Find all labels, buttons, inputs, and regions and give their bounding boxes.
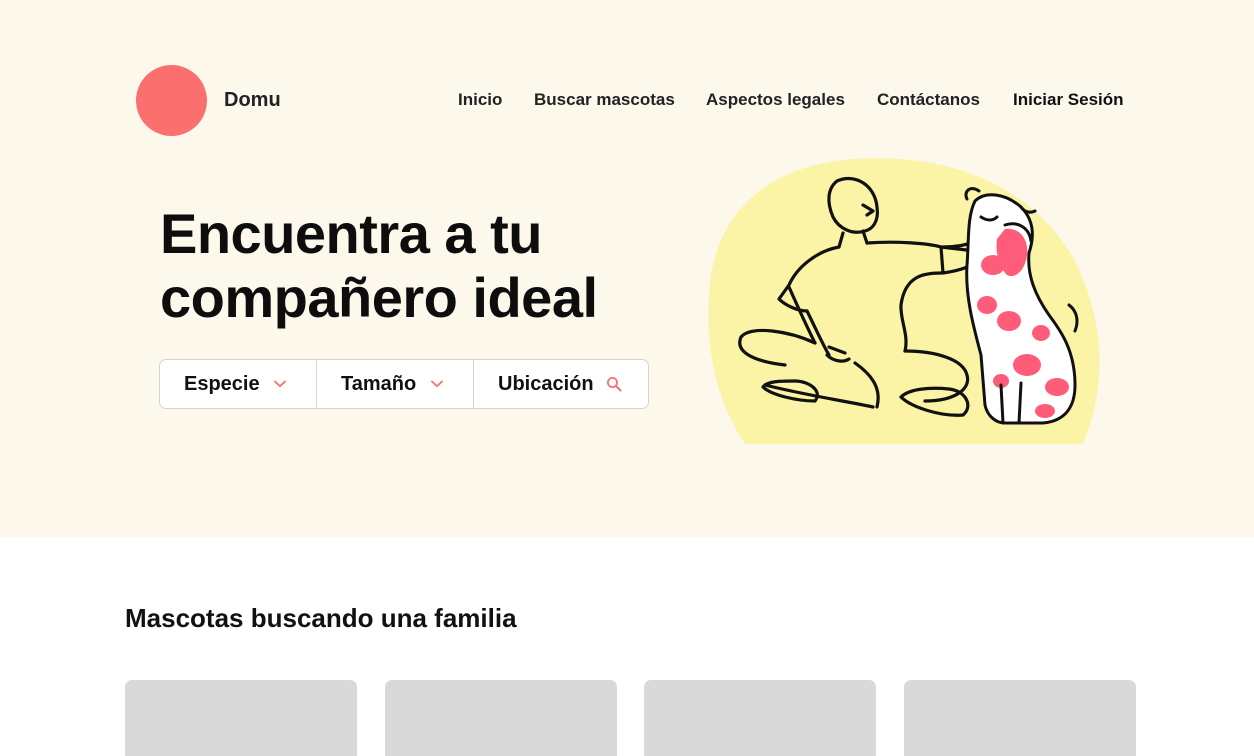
location-search-label: Ubicación (498, 372, 594, 395)
nav-item-contactanos[interactable]: Contáctanos (877, 90, 980, 110)
hero-section: Domu Inicio Buscar mascotas Aspectos leg… (0, 0, 1254, 537)
nav-item-buscar-mascotas[interactable]: Buscar mascotas (534, 90, 675, 110)
person-with-dog-illustration (708, 158, 1100, 444)
search-icon[interactable] (606, 376, 622, 392)
location-search[interactable]: Ubicación (473, 360, 648, 408)
size-dropdown[interactable]: Tamaño (316, 360, 473, 408)
hero-title-line-2: compañero ideal (160, 266, 598, 329)
nav-item-inicio[interactable]: Inicio (458, 90, 502, 110)
chevron-down-icon (431, 380, 443, 388)
pet-card[interactable] (644, 680, 876, 756)
pet-card[interactable] (125, 680, 357, 756)
pet-card[interactable] (385, 680, 617, 756)
login-link[interactable]: Iniciar Sesión (1013, 90, 1124, 110)
species-dropdown-label: Especie (184, 372, 260, 395)
logo-icon[interactable] (136, 65, 207, 136)
species-dropdown[interactable]: Especie (160, 360, 316, 408)
hero-title: Encuentra a tu compañero ideal (160, 202, 660, 330)
brand-name[interactable]: Domu (224, 89, 281, 112)
pet-card[interactable] (904, 680, 1136, 756)
hero-title-line-1: Encuentra a tu (160, 202, 542, 265)
nav-item-aspectos-legales[interactable]: Aspectos legales (706, 90, 845, 110)
chevron-down-icon (274, 380, 286, 388)
pets-section-title: Mascotas buscando una familia (125, 603, 517, 633)
pet-search-bar: Especie Tamaño Ubicación (159, 359, 649, 409)
size-dropdown-label: Tamaño (341, 372, 417, 395)
